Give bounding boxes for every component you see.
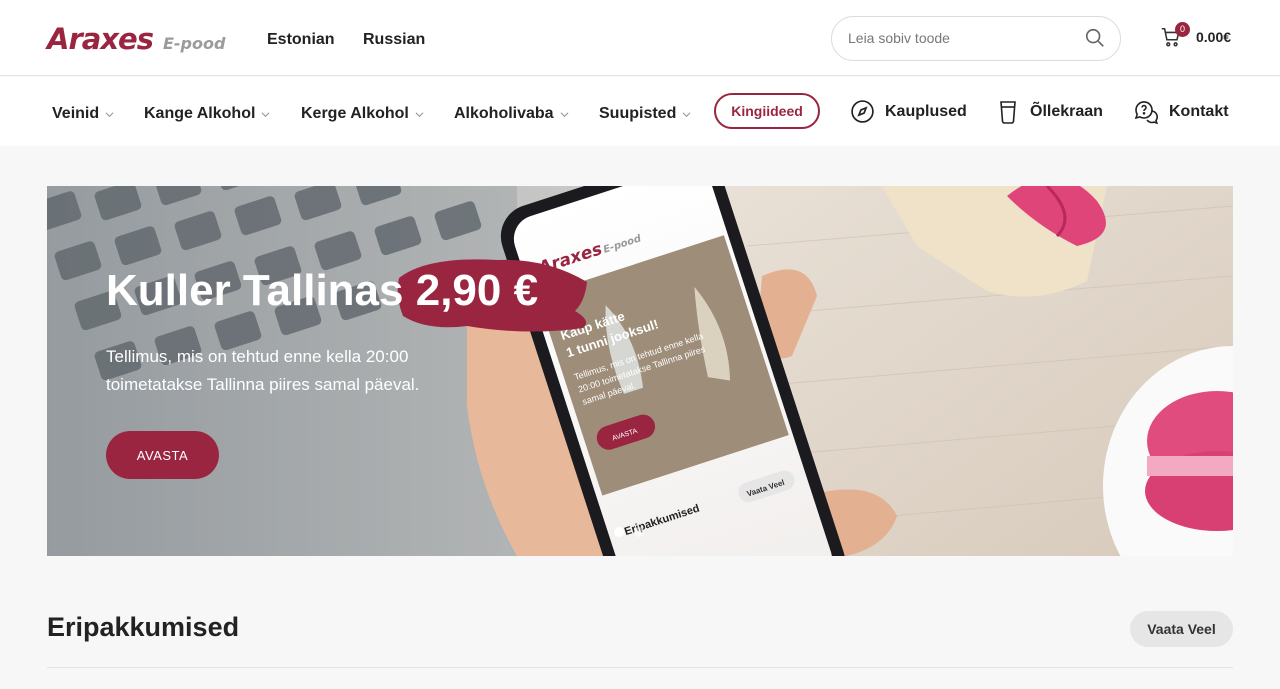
cart-icon[interactable]: 0 <box>1160 22 1190 48</box>
nav-item-kerge-alkohol[interactable]: Kerge Alkohol <box>301 105 424 123</box>
view-more-button[interactable]: Vaata Veel <box>1130 611 1233 647</box>
nav-item-label: Kange Alkohol <box>144 105 256 122</box>
nav-item-beer-tap[interactable]: Õllekraan <box>996 99 1103 125</box>
search-box <box>831 16 1121 61</box>
nav-item-label: Veinid <box>52 105 100 122</box>
nav-item-stores[interactable]: Kauplused <box>850 99 967 124</box>
cart-button[interactable]: 0 0.00€ <box>1160 22 1232 48</box>
nav-item-alkoholivaba[interactable]: Alkoholivaba <box>454 105 569 123</box>
chevron-down-icon <box>261 111 270 117</box>
beer-glass-icon <box>1000 101 1016 124</box>
search-icon[interactable] <box>1084 27 1106 49</box>
nav-item-contact[interactable]: Kontakt <box>1133 99 1229 125</box>
cart-count-badge: 0 <box>1175 22 1190 37</box>
slider-dot[interactable] <box>614 527 624 537</box>
hero-cta-button[interactable]: AVASTA <box>106 431 219 479</box>
chevron-down-icon <box>105 111 114 117</box>
cart-total: 0.00€ <box>1196 29 1232 45</box>
nav-item-label: Kontakt <box>1169 103 1229 120</box>
nav-item-suupisted[interactable]: Suupisted <box>599 105 691 123</box>
hero-title-text: Kuller Tallinas <box>106 266 416 315</box>
nav-item-label: Kauplused <box>885 102 967 120</box>
slider-dot[interactable] <box>634 527 644 537</box>
nav-item-label: Õllekraan <box>1030 103 1103 120</box>
logo-main-text: Araxes <box>47 22 154 56</box>
site-logo[interactable]: Araxes E-pood <box>47 22 225 56</box>
nav-item-kange-alkohol[interactable]: Kange Alkohol <box>144 105 270 123</box>
chevron-down-icon <box>560 111 569 117</box>
nav-item-label: Kerge Alkohol <box>301 105 409 122</box>
hero-title-price: 2,90 € <box>415 266 539 315</box>
chevron-down-icon <box>415 111 424 117</box>
language-estonian-link[interactable]: Estonian <box>267 31 335 49</box>
hero-banner: Araxes E-pood Kaup kätte 1 tunni jooksul… <box>47 186 1233 556</box>
gift-ideas-button[interactable]: Kingiideed <box>714 93 820 129</box>
nav-item-label: Suupisted <box>599 105 677 122</box>
section-title: Eripakkumised <box>47 612 240 642</box>
chat-help-icon <box>1134 101 1159 125</box>
main-nav: Veinid Kange Alkohol Kerge Alkohol Alkoh… <box>0 77 1280 146</box>
nav-item-label: Alkoholivaba <box>454 105 554 122</box>
logo-sub-text: E-pood <box>162 34 226 53</box>
language-russian-link[interactable]: Russian <box>363 31 425 49</box>
top-header: Araxes E-pood Estonian Russian 0 0.00€ <box>0 0 1280 76</box>
section-divider <box>47 667 1233 668</box>
hero-title: Kuller Tallinas 2,90 € <box>106 266 538 316</box>
slider-dots <box>614 527 644 537</box>
nav-item-veinid[interactable]: Veinid <box>52 105 114 123</box>
search-input[interactable] <box>848 17 1078 59</box>
compass-icon <box>851 100 874 123</box>
hero-description: Tellimus, mis on tehtud enne kella 20:00… <box>106 347 420 394</box>
chevron-down-icon <box>682 111 691 117</box>
